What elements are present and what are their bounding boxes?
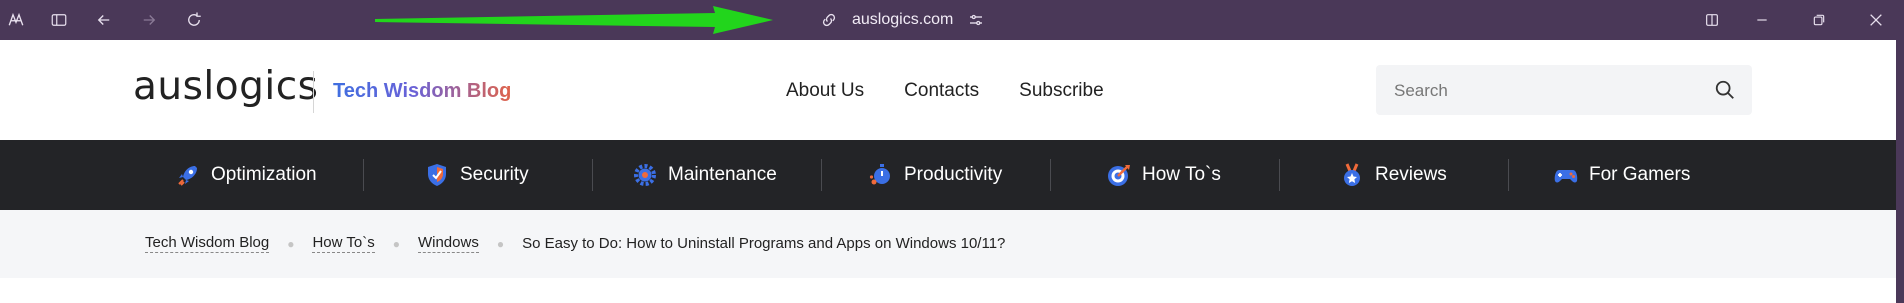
category-label: For Gamers bbox=[1589, 164, 1691, 185]
top-nav: About Us Contacts Subscribe bbox=[786, 80, 1104, 102]
nav-contacts[interactable]: Contacts bbox=[904, 80, 979, 102]
app-logo-icon[interactable] bbox=[4, 8, 28, 32]
category-maintenance[interactable]: Maintenance bbox=[632, 140, 777, 210]
category-divider bbox=[1050, 159, 1051, 191]
site-logo[interactable]: auslogics bbox=[133, 64, 318, 109]
sidebar-toggle-icon[interactable] bbox=[47, 8, 71, 32]
blog-name[interactable]: Tech Wisdom Blog bbox=[333, 80, 511, 103]
breadcrumb-separator: ● bbox=[392, 236, 400, 251]
url-text[interactable]: auslogics.com bbox=[852, 11, 953, 29]
rocket-icon bbox=[175, 162, 201, 188]
category-for-gamers[interactable]: For Gamers bbox=[1553, 140, 1690, 210]
category-nav: Optimization Security Maintenance Produc… bbox=[0, 140, 1896, 210]
breadcrumb: Tech Wisdom Blog ● How To`s ● Windows ● … bbox=[0, 210, 1896, 278]
search-box bbox=[1376, 65, 1752, 115]
minimize-icon[interactable] bbox=[1750, 8, 1774, 32]
medal-icon bbox=[1339, 162, 1365, 188]
link-icon bbox=[820, 11, 838, 29]
nav-subscribe[interactable]: Subscribe bbox=[1019, 80, 1104, 102]
search-icon[interactable] bbox=[1714, 79, 1736, 101]
breadcrumb-separator: ● bbox=[287, 236, 295, 251]
breadcrumb-link[interactable]: Tech Wisdom Blog bbox=[145, 234, 270, 253]
breadcrumb-separator: ● bbox=[496, 236, 505, 251]
shield-icon bbox=[424, 162, 450, 188]
breadcrumb-link[interactable]: Windows bbox=[417, 234, 479, 253]
category-optimization[interactable]: Optimization bbox=[175, 140, 317, 210]
category-reviews[interactable]: Reviews bbox=[1339, 140, 1447, 210]
page-scrollbar[interactable] bbox=[1896, 40, 1904, 303]
breadcrumb-link[interactable]: How To`s bbox=[312, 234, 375, 253]
restore-icon[interactable] bbox=[1807, 8, 1831, 32]
category-security[interactable]: Security bbox=[424, 140, 529, 210]
category-divider bbox=[821, 159, 822, 191]
reload-icon[interactable] bbox=[182, 8, 206, 32]
target-icon bbox=[1106, 162, 1132, 188]
back-icon[interactable] bbox=[92, 8, 116, 32]
category-productivity[interactable]: Productivity bbox=[868, 140, 1002, 210]
browser-toolbar: auslogics.com bbox=[0, 0, 1904, 40]
page-viewport: auslogics Tech Wisdom Blog About Us Cont… bbox=[0, 40, 1896, 303]
category-label: Security bbox=[460, 164, 529, 185]
category-divider bbox=[1279, 159, 1280, 191]
nav-about-us[interactable]: About Us bbox=[786, 80, 864, 102]
category-label: How To`s bbox=[1142, 164, 1221, 185]
category-divider bbox=[363, 159, 364, 191]
category-divider bbox=[592, 159, 593, 191]
gear-icon bbox=[632, 162, 658, 188]
category-label: Optimization bbox=[211, 164, 317, 185]
category-label: Reviews bbox=[1375, 164, 1447, 185]
breadcrumb-current: So Easy to Do: How to Uninstall Programs… bbox=[522, 235, 1006, 252]
forward-icon[interactable] bbox=[137, 8, 161, 32]
stopwatch-icon bbox=[868, 162, 894, 188]
category-how-tos[interactable]: How To`s bbox=[1106, 140, 1221, 210]
annotation-arrow-icon bbox=[375, 6, 773, 34]
search-input[interactable] bbox=[1392, 77, 1696, 105]
close-icon[interactable] bbox=[1864, 8, 1888, 32]
address-bar[interactable]: auslogics.com bbox=[820, 8, 985, 32]
category-label: Maintenance bbox=[668, 164, 777, 185]
site-settings-icon[interactable] bbox=[967, 11, 985, 29]
site-header: auslogics Tech Wisdom Blog About Us Cont… bbox=[0, 40, 1896, 140]
category-divider bbox=[1508, 159, 1509, 191]
split-view-icon[interactable] bbox=[1700, 8, 1724, 32]
logo-divider bbox=[313, 71, 314, 113]
gamepad-icon bbox=[1553, 162, 1579, 188]
category-label: Productivity bbox=[904, 164, 1003, 185]
